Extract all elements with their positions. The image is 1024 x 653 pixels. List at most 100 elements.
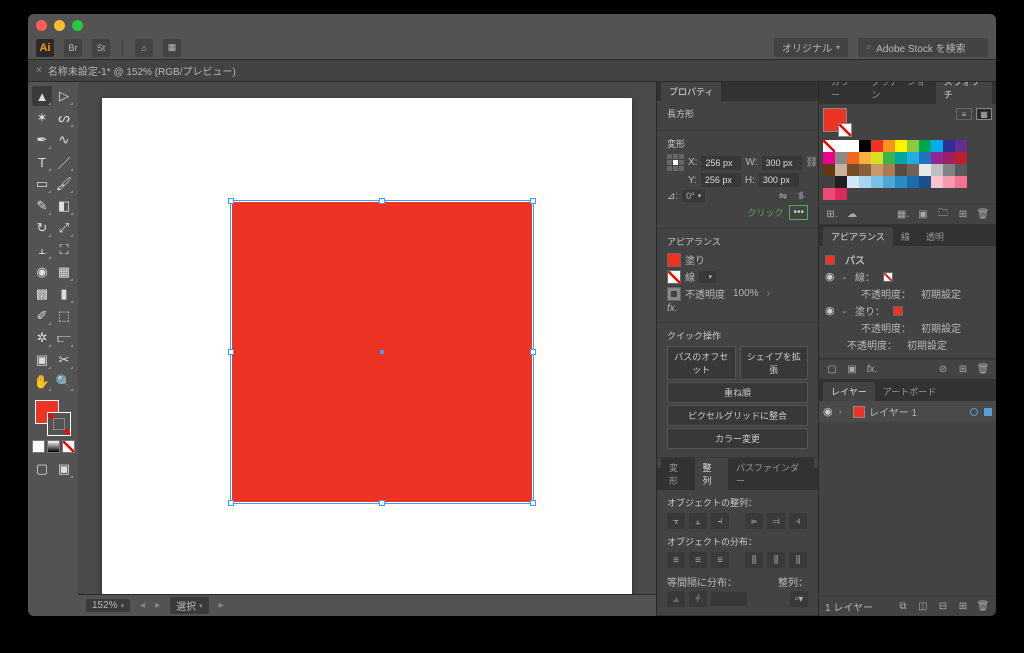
btn-pixel-grid[interactable]: ピクセルグリッドに整合: [667, 405, 808, 426]
tab-align[interactable]: 整列: [695, 458, 729, 490]
swatch-options-icon[interactable]: ▣: [916, 208, 930, 222]
opacity-value[interactable]: 100%: [733, 288, 759, 299]
swatch-registration[interactable]: [835, 140, 847, 152]
zoom-dropdown[interactable]: 152%: [86, 599, 130, 612]
swatch-19[interactable]: [931, 152, 943, 164]
swatch-12[interactable]: [847, 152, 859, 164]
align-to-dropdown[interactable]: ▫▾: [790, 591, 808, 607]
app-fill-swatch[interactable]: [893, 306, 903, 316]
screen-mode-full[interactable]: ▣: [54, 459, 74, 479]
swatch-view-grid[interactable]: ▦: [976, 108, 992, 120]
swatch-36[interactable]: [847, 176, 859, 188]
brush-tool[interactable]: 🖌: [54, 174, 74, 194]
swatch-38[interactable]: [871, 176, 883, 188]
close-doc-icon[interactable]: ×: [36, 65, 42, 76]
swatch-4[interactable]: [895, 140, 907, 152]
swatch-39[interactable]: [883, 176, 895, 188]
swatch-new-icon[interactable]: ⊞: [956, 208, 970, 222]
mesh-tool[interactable]: ▩: [32, 284, 52, 304]
bridge-icon[interactable]: Br: [64, 39, 82, 57]
shaper-tool[interactable]: ✎: [32, 196, 52, 216]
tab-layers[interactable]: レイヤー: [823, 382, 875, 401]
scale-tool[interactable]: ⤢: [54, 218, 74, 238]
direct-selection-tool[interactable]: ▷: [54, 86, 74, 106]
swatch-40[interactable]: [895, 176, 907, 188]
close-window[interactable]: [36, 20, 47, 31]
swatch-11[interactable]: [835, 152, 847, 164]
link-wh-icon[interactable]: ⛓: [806, 156, 819, 170]
layer-target-icon[interactable]: [970, 408, 978, 416]
rectangle-tool[interactable]: ▭: [32, 174, 52, 194]
swatch-44[interactable]: [943, 176, 955, 188]
swatch-17[interactable]: [907, 152, 919, 164]
swatch-lib-icon[interactable]: ⊞.: [825, 208, 839, 222]
dist-left-icon[interactable]: ⫼: [745, 552, 763, 568]
angle-input[interactable]: 0°: [682, 190, 705, 202]
swatch-7[interactable]: [931, 140, 943, 152]
symbol-sprayer-tool[interactable]: ✲: [32, 328, 52, 348]
home-icon[interactable]: ⌂: [135, 39, 153, 57]
swatch-8[interactable]: [943, 140, 955, 152]
align-top-icon[interactable]: ⫢: [745, 513, 763, 529]
slice-tool[interactable]: ✂: [54, 350, 74, 370]
swatch-43[interactable]: [931, 176, 943, 188]
swatch-13[interactable]: [859, 152, 871, 164]
swatch-41[interactable]: [907, 176, 919, 188]
blend-tool[interactable]: ⬚: [54, 306, 74, 326]
rectangle-shape[interactable]: [232, 202, 532, 502]
lasso-tool[interactable]: ᔕ: [54, 108, 74, 128]
w-input[interactable]: [762, 156, 802, 170]
spacing-input[interactable]: [711, 592, 747, 606]
swatch-3[interactable]: [883, 140, 895, 152]
eraser-tool[interactable]: ◧: [54, 196, 74, 216]
fill-stroke-control[interactable]: [35, 400, 71, 436]
pen-tool[interactable]: ✒: [32, 130, 52, 150]
swatch-34[interactable]: [823, 176, 835, 188]
swatch-cloud-icon[interactable]: ☁: [845, 208, 859, 222]
dist-hspace-icon[interactable]: ⫩: [689, 591, 707, 607]
tab-appearance[interactable]: アピアランス: [823, 227, 893, 246]
swatch-2[interactable]: [871, 140, 883, 152]
btn-arrange[interactable]: 重ね順: [667, 382, 808, 403]
fill-none-mode[interactable]: [62, 440, 75, 453]
fill-twirl-icon[interactable]: ⌄: [841, 306, 851, 315]
minimize-window[interactable]: [54, 20, 65, 31]
document-title[interactable]: 名称未設定-1* @ 152% (RGB/プレビュー): [48, 63, 236, 78]
reference-point[interactable]: [667, 154, 684, 171]
align-bottom-icon[interactable]: ⫣: [789, 513, 807, 529]
zoom-window[interactable]: [72, 20, 83, 31]
btn-recolor[interactable]: カラー変更: [667, 428, 808, 449]
stroke-weight[interactable]: [699, 271, 716, 283]
app-new-stroke-icon[interactable]: ▢: [825, 363, 839, 377]
app-stroke-label[interactable]: 線：: [855, 269, 875, 284]
swatch-14[interactable]: [871, 152, 883, 164]
tab-transform[interactable]: 変形: [661, 458, 695, 490]
swatch-group-icon[interactable]: 🗀: [936, 208, 950, 222]
width-tool[interactable]: ⫠: [32, 240, 52, 260]
screen-mode-normal[interactable]: ▢: [32, 459, 52, 479]
btn-offset-path[interactable]: パスのオフセット: [667, 346, 736, 380]
swatch-kind-icon[interactable]: ▦.: [896, 208, 910, 222]
dist-vcenter-icon[interactable]: ≡: [689, 552, 707, 568]
swatch-31[interactable]: [931, 164, 943, 176]
type-tool[interactable]: T: [32, 152, 52, 172]
app-stroke-swatch[interactable]: [883, 272, 893, 282]
arrange-docs-icon[interactable]: ▦: [163, 39, 181, 57]
swatch-9[interactable]: [955, 140, 967, 152]
swatch-delete-icon[interactable]: 🗑: [976, 208, 990, 222]
artboard-tool[interactable]: ▣: [32, 350, 52, 370]
app-clear-icon[interactable]: ⊘: [936, 363, 950, 377]
swatch-0[interactable]: [847, 140, 859, 152]
layer-vis-icon[interactable]: ◉: [823, 405, 835, 418]
align-left-icon[interactable]: ⫟: [667, 513, 685, 529]
perspective-tool[interactable]: ▦: [54, 262, 74, 282]
canvas[interactable]: [78, 82, 656, 594]
swatch-32[interactable]: [943, 164, 955, 176]
align-hcenter-icon[interactable]: ⫠: [689, 513, 707, 529]
swatch-15[interactable]: [883, 152, 895, 164]
layer-row[interactable]: ◉ › レイヤー 1: [819, 401, 996, 422]
flip-h-icon[interactable]: ⇋: [776, 189, 790, 203]
h-input[interactable]: [759, 173, 799, 187]
selection-dropdown[interactable]: 選択: [170, 597, 209, 614]
fill-vis-icon[interactable]: ◉: [825, 304, 837, 317]
